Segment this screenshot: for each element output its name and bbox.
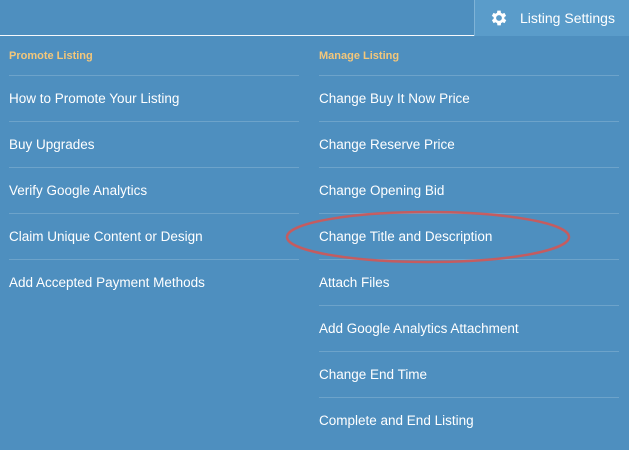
promote-listing-heading: Promote Listing — [9, 36, 299, 76]
menu-item-buy-upgrades[interactable]: Buy Upgrades — [9, 122, 299, 168]
manage-listing-column: Manage Listing Change Buy It Now Price C… — [319, 36, 619, 444]
manage-listing-heading: Manage Listing — [319, 36, 619, 76]
menu-item-attach-files[interactable]: Attach Files — [319, 260, 619, 306]
promote-listing-column: Promote Listing How to Promote Your List… — [9, 36, 299, 306]
top-bar: Listing Settings — [0, 0, 629, 36]
gear-icon — [489, 8, 509, 28]
menu-item-change-end-time[interactable]: Change End Time — [319, 352, 619, 398]
menu-item-change-reserve-price[interactable]: Change Reserve Price — [319, 122, 619, 168]
menu-item-claim-unique-content[interactable]: Claim Unique Content or Design — [9, 214, 299, 260]
menu-item-complete-end-listing[interactable]: Complete and End Listing — [319, 398, 619, 444]
menu-item-change-opening-bid[interactable]: Change Opening Bid — [319, 168, 619, 214]
menu-item-change-title-description[interactable]: Change Title and Description — [319, 214, 619, 260]
listing-settings-button[interactable]: Listing Settings — [474, 0, 629, 36]
menu-item-how-to-promote[interactable]: How to Promote Your Listing — [9, 76, 299, 122]
menu-item-add-google-analytics-attachment[interactable]: Add Google Analytics Attachment — [319, 306, 619, 352]
menu-item-add-payment-methods[interactable]: Add Accepted Payment Methods — [9, 260, 299, 306]
menu-item-change-buy-it-now-price[interactable]: Change Buy It Now Price — [319, 76, 619, 122]
listing-settings-label: Listing Settings — [520, 10, 615, 26]
menu-item-verify-google-analytics[interactable]: Verify Google Analytics — [9, 168, 299, 214]
